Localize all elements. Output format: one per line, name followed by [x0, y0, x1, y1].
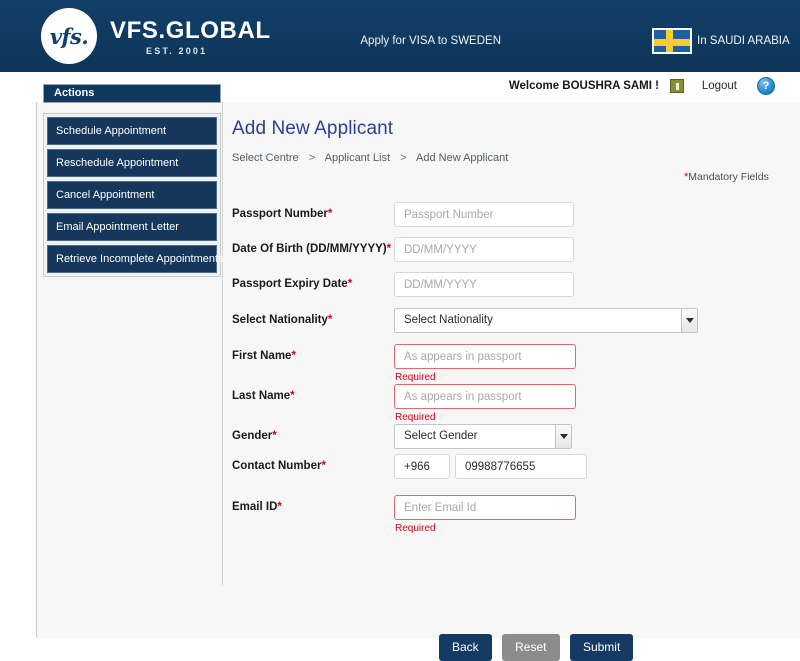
- country-location-text: In SAUDI ARABIA: [697, 35, 790, 47]
- brand-name: VFS.GLOBAL: [110, 17, 271, 44]
- sidebar-item-reschedule-appointment[interactable]: Reschedule Appointment: [47, 149, 217, 177]
- breadcrumb-item-applicant-list[interactable]: Applicant List: [325, 152, 390, 164]
- brand-established: EST. 2001: [146, 46, 208, 56]
- logout-icon[interactable]: [670, 79, 684, 93]
- sidebar-item-email-appointment-letter[interactable]: Email Appointment Letter: [47, 213, 217, 241]
- last-name-input[interactable]: [394, 384, 576, 409]
- date-of-birth-label: Date Of Birth (DD/MM/YYYY)*: [232, 243, 392, 255]
- sweden-flag-icon: [652, 28, 692, 54]
- nationality-label: Select Nationality*: [232, 314, 333, 326]
- country-code-input[interactable]: [394, 454, 450, 479]
- submit-button[interactable]: Submit: [569, 634, 634, 661]
- email-input[interactable]: [394, 495, 576, 520]
- contact-number-input[interactable]: [455, 454, 587, 479]
- main-content: Add New Applicant Select Centre > Applic…: [232, 118, 792, 661]
- form-actions: Back Reset Submit: [439, 634, 639, 661]
- back-button[interactable]: Back: [439, 634, 492, 661]
- sidebar-item-cancel-appointment[interactable]: Cancel Appointment: [47, 181, 217, 209]
- site-header: vfs. VFS.GLOBAL EST. 2001 Apply for VISA…: [0, 0, 800, 72]
- breadcrumb-separator-1: >: [308, 152, 316, 164]
- sidebar-item-schedule-appointment[interactable]: Schedule Appointment: [47, 117, 217, 145]
- gender-label: Gender*: [232, 430, 277, 442]
- contact-number-label: Contact Number*: [232, 460, 326, 472]
- passport-expiry-label: Passport Expiry Date*: [232, 278, 353, 290]
- apply-visa-text: Apply for VISA to SWEDEN: [360, 35, 501, 47]
- sidebar-nav: Schedule Appointment Reschedule Appointm…: [43, 113, 224, 277]
- welcome-message: Welcome BOUSHRA SAMI !: [508, 80, 659, 92]
- first-name-error: Required: [395, 372, 436, 383]
- help-icon[interactable]: ?: [757, 77, 775, 95]
- email-error: Required: [395, 523, 436, 534]
- breadcrumb-item-add-new-applicant: Add New Applicant: [416, 152, 509, 164]
- nationality-select[interactable]: Select Nationality: [394, 308, 698, 333]
- passport-number-input[interactable]: [394, 202, 574, 227]
- nationality-selected-value: Select Nationality: [404, 313, 493, 326]
- mandatory-fields-note: *Mandatory Fields: [684, 171, 769, 183]
- reset-button[interactable]: Reset: [502, 634, 560, 661]
- mandatory-fields-label: Mandatory Fields: [688, 171, 769, 183]
- gender-selected-value: Select Gender: [404, 429, 478, 442]
- logout-link[interactable]: Logout: [702, 80, 737, 92]
- sidebar-content-divider: [222, 102, 223, 585]
- last-name-error: Required: [395, 412, 436, 423]
- email-label: Email ID*: [232, 501, 282, 513]
- breadcrumb-separator-2: >: [400, 152, 407, 164]
- chevron-down-icon[interactable]: [555, 425, 571, 448]
- breadcrumb: Select Centre > Applicant List > Add New…: [232, 152, 792, 164]
- passport-number-label: Passport Number*: [232, 208, 333, 220]
- flag-vertical-bar: [666, 30, 673, 52]
- chevron-down-icon[interactable]: [681, 309, 697, 332]
- first-name-input[interactable]: [394, 344, 576, 369]
- gender-select[interactable]: Select Gender: [394, 424, 572, 449]
- sidebar: Actions Schedule Appointment Reschedule …: [43, 84, 224, 277]
- breadcrumb-item-select-centre[interactable]: Select Centre: [232, 152, 299, 164]
- date-of-birth-input[interactable]: [394, 237, 574, 262]
- sidebar-section-title: Actions: [43, 84, 221, 103]
- vfs-logo: vfs.: [41, 8, 97, 64]
- vfs-logo-text: vfs.: [49, 23, 89, 49]
- passport-expiry-input[interactable]: [394, 272, 574, 297]
- sidebar-item-retrieve-incomplete-appointments[interactable]: Retrieve Incomplete Appointments: [47, 245, 224, 273]
- page-title: Add New Applicant: [232, 118, 394, 139]
- application-page: vfs. VFS.GLOBAL EST. 2001 Apply for VISA…: [0, 0, 800, 661]
- first-name-label: First Name*: [232, 350, 296, 362]
- last-name-label: Last Name*: [232, 390, 295, 402]
